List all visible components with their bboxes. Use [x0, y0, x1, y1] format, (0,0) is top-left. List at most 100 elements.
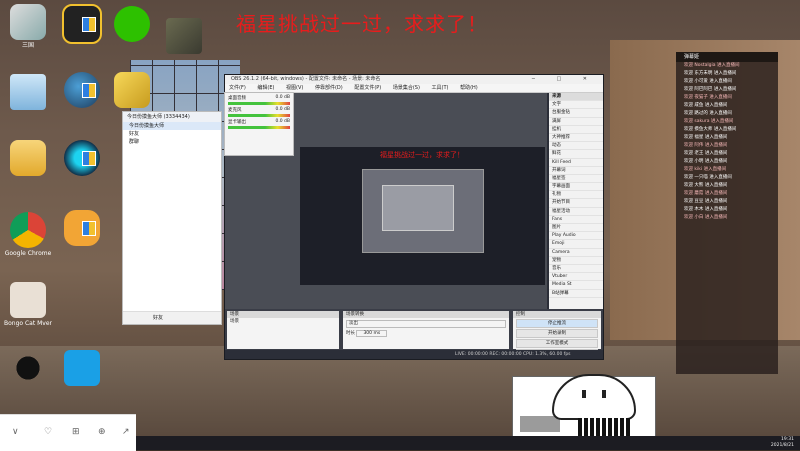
- menu-item-docks[interactable]: 停靠部件(D): [315, 85, 343, 91]
- chat-line: 欢迎 夜猫子 进入直播间: [684, 95, 732, 100]
- source-item[interactable]: 鲜花: [549, 150, 603, 159]
- chat-line: 欢迎 豆豆 进入直播间: [684, 199, 728, 204]
- desktop-icon-folder[interactable]: [4, 140, 52, 178]
- source-item[interactable]: 大神推荐: [549, 134, 603, 143]
- share-icon[interactable]: ↗: [122, 427, 130, 437]
- ip-app-icon: [64, 350, 100, 386]
- source-item[interactable]: 台服金钻: [549, 109, 603, 118]
- preview-nested-window: [382, 185, 454, 231]
- desktop-icon-sanguo[interactable]: 三国: [4, 4, 52, 49]
- mixer-label: 麦克风: [228, 108, 242, 113]
- obs-title-bar: OBS 26.1.2 (64-bit, windows) - 配置文件: 未命名…: [225, 75, 603, 84]
- desktop-icon-pubg[interactable]: [160, 18, 208, 56]
- volume-meter: [228, 126, 290, 129]
- status-bar: LIVE: 00:00:00 REC: 00:00:00 CPU: 1.3%, …: [225, 350, 603, 359]
- chat-window[interactable]: 今日份摸鱼大师 (3334434) 今日份摸鱼大师 好友 群聊 好友: [122, 111, 222, 325]
- cat-mouse-pad: [520, 416, 560, 432]
- desktop-icon-qq-cloud[interactable]: [58, 4, 106, 46]
- transition-select[interactable]: 淡出: [346, 320, 506, 328]
- sources-panel: 来源 文字 台服金钻 满屏 挂机 大神推荐 动态 鲜花 Kill Feed 开幕…: [549, 93, 603, 309]
- chat-window-title: 今日份摸鱼大师 (3334434): [123, 112, 221, 122]
- desktop-icon-qq[interactable]: [4, 350, 52, 388]
- chat-entry[interactable]: 好友: [123, 130, 221, 138]
- menu-item-edit[interactable]: 编辑(E): [257, 85, 274, 91]
- source-item[interactable]: Camera: [549, 249, 603, 257]
- chat-entry[interactable]: 群聊: [123, 138, 221, 146]
- source-item[interactable]: 音乐: [549, 265, 603, 274]
- start-recording-button[interactable]: 开始录制: [516, 329, 598, 338]
- source-item[interactable]: 挂机: [549, 126, 603, 134]
- menu-item-tools[interactable]: 工具(T): [432, 85, 449, 91]
- stream-preview[interactable]: 福星挑战过一过，求求了！: [300, 147, 545, 285]
- steam-icon: [64, 72, 100, 108]
- qq-cloud-icon: [62, 4, 102, 44]
- chat-line: 欢迎 小可爱 进入直播间: [684, 79, 732, 84]
- like-icon[interactable]: ♡: [44, 427, 52, 437]
- qq-penguin-icon: [10, 350, 46, 386]
- shortcut-icon: [114, 72, 150, 108]
- duration-input[interactable]: 300 ms: [356, 330, 388, 337]
- desktop-icon-raccoon[interactable]: [58, 210, 106, 248]
- mixer-label: 显卡输出: [228, 120, 246, 125]
- source-item[interactable]: 图片: [549, 224, 603, 233]
- cat-eye: [582, 390, 586, 398]
- raccoon-icon: [64, 210, 100, 246]
- desktop-icon-ooka[interactable]: [58, 140, 106, 178]
- volume-meter: [228, 102, 290, 105]
- menu-item-help[interactable]: 帮助(H): [460, 85, 478, 91]
- pubg-icon: [166, 18, 202, 54]
- chevron-down-icon[interactable]: ∨: [12, 427, 19, 437]
- source-item[interactable]: Fans: [549, 216, 603, 224]
- desktop-icon-shortcut[interactable]: [108, 72, 156, 110]
- chat-footer: 好友: [123, 311, 221, 324]
- scene-item[interactable]: 场景: [227, 318, 339, 324]
- desktop-icon-chrome[interactable]: Google Chrome: [4, 212, 52, 257]
- source-item[interactable]: 福星签: [549, 175, 603, 184]
- desktop-icon-recycle[interactable]: [4, 74, 52, 112]
- source-item[interactable]: 开幕词: [549, 167, 603, 175]
- source-item[interactable]: 满屏: [549, 118, 603, 126]
- chat-line: 欢迎 阿巴阿巴 进入直播间: [684, 87, 737, 92]
- source-item[interactable]: 开始节目: [549, 199, 603, 208]
- source-item[interactable]: Vtuber: [549, 273, 603, 282]
- cat-eye: [602, 390, 606, 398]
- source-item[interactable]: 礼物: [549, 191, 603, 200]
- source-item[interactable]: Kill Feed: [549, 159, 603, 167]
- stop-streaming-button[interactable]: 停止推流: [516, 319, 598, 328]
- follow-icon[interactable]: ⊕: [98, 427, 106, 437]
- source-item[interactable]: Play Audio: [549, 232, 603, 241]
- menu-item-view[interactable]: 视图(V): [286, 85, 303, 91]
- menu-item-scenes[interactable]: 场景集合(S): [393, 85, 420, 91]
- source-item[interactable]: Emoji: [549, 240, 603, 249]
- desktop-icon-wechat[interactable]: [108, 6, 156, 44]
- desktop-icon-bongo[interactable]: Bongo Cat Mver: [4, 282, 52, 327]
- menu-item-profile[interactable]: 配置文件(P): [354, 85, 381, 91]
- source-item[interactable]: 文字: [549, 101, 603, 110]
- volume-meter: [228, 114, 290, 117]
- chat-line: 欢迎 sakura 进入直播间: [684, 119, 734, 124]
- desktop-icon-steam[interactable]: [58, 72, 106, 110]
- window-controls[interactable]: ─ □ ✕: [532, 75, 597, 84]
- source-item[interactable]: 宠物: [549, 257, 603, 265]
- desktop-icon-ip[interactable]: [58, 350, 106, 388]
- scenes-dock: 场景 场景: [227, 311, 339, 349]
- transition-duration-row: 时长 300 ms: [346, 330, 506, 337]
- system-tray-clock[interactable]: 19:31 2021/8/21: [771, 437, 794, 449]
- source-item[interactable]: B站弹幕: [549, 290, 603, 298]
- source-item[interactable]: 动态: [549, 142, 603, 151]
- wechat-icon: [114, 6, 150, 42]
- source-item[interactable]: 福星活动: [549, 208, 603, 216]
- transition-header: 场景转换: [343, 311, 509, 318]
- phone-action-bar: ∨ ♡ ⊞ ⊕ ↗: [0, 414, 136, 451]
- gift-icon[interactable]: ⊞: [72, 427, 80, 437]
- sources-header: 来源: [549, 93, 603, 102]
- menu-item-file[interactable]: 文件(F): [229, 85, 246, 91]
- source-item[interactable]: 字幕画面: [549, 183, 603, 192]
- chat-line: 欢迎 东方未明 进入直播间: [684, 71, 737, 76]
- chat-line: 欢迎 福星 进入直播间: [684, 135, 728, 140]
- chat-entry[interactable]: 今日份摸鱼大师: [123, 122, 221, 130]
- mixer-row: 桌面音频 0.0 dB: [228, 95, 290, 105]
- source-item[interactable]: Media St: [549, 281, 603, 290]
- preview-caption: 福星挑战过一过，求求了！: [380, 151, 464, 159]
- studio-mode-button[interactable]: 工作室模式: [516, 339, 598, 348]
